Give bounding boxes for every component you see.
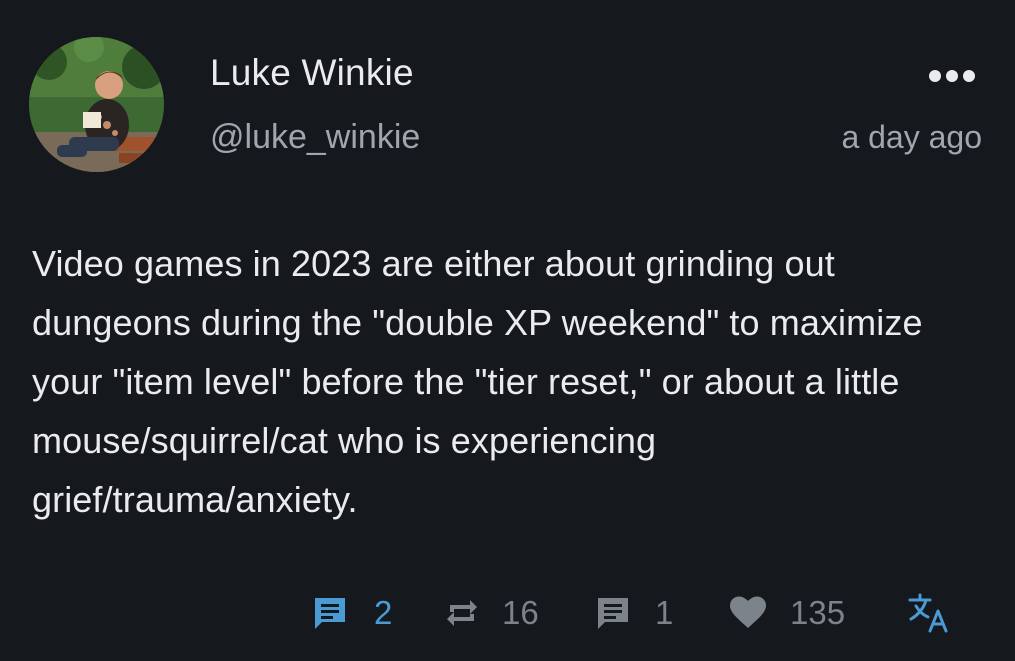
boost-count: 16 [502, 594, 539, 631]
translate-button[interactable] [908, 588, 950, 638]
boost-button[interactable]: 16 [446, 588, 539, 638]
post-card: Luke Winkie @luke_winkie a day ago Video… [0, 0, 1015, 661]
author-avatar[interactable] [29, 37, 164, 172]
reply-icon [315, 598, 345, 629]
reply-count: 2 [374, 594, 393, 631]
avatar-photo [29, 37, 164, 172]
quote-icon [598, 598, 628, 629]
quote-button[interactable]: 1 [595, 588, 673, 638]
post-body-text: Video games in 2023 are either about gri… [32, 243, 923, 520]
translate-icon [908, 593, 948, 633]
like-button[interactable]: 135 [730, 588, 845, 638]
more-horizontal-icon [929, 70, 975, 82]
more-options-button[interactable] [920, 58, 984, 94]
author-display-name[interactable]: Luke Winkie [210, 52, 414, 94]
author-handle[interactable]: @luke_winkie [210, 118, 420, 157]
heart-icon [730, 596, 766, 628]
boost-icon [447, 600, 477, 626]
post-action-bar: 2 16 1 135 [0, 588, 1015, 638]
post-timestamp[interactable]: a day ago [841, 119, 982, 156]
like-count: 135 [790, 594, 846, 631]
reply-button[interactable]: 2 [312, 588, 392, 638]
quote-count: 1 [655, 594, 674, 631]
